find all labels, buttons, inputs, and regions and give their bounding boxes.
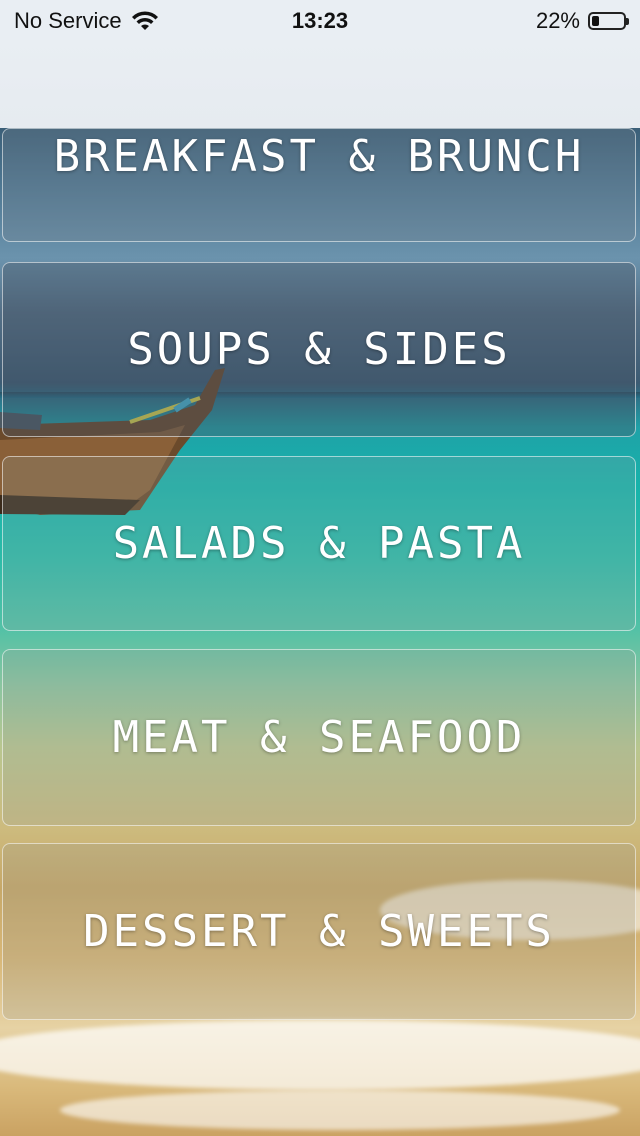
category-label: SALADS & PASTA: [112, 518, 526, 569]
category-dessert-sweets-button[interactable]: DESSERT & SWEETS: [2, 843, 636, 1020]
wave-foam: [60, 1090, 620, 1130]
screen: No Service 13:23 22% BREAKFAST & BRUNCH …: [0, 0, 640, 1136]
category-label: BREAKFAST & BRUNCH: [53, 131, 585, 182]
status-bar: No Service 13:23 22%: [0, 0, 640, 40]
category-salads-pasta-button[interactable]: SALADS & PASTA: [2, 456, 636, 631]
category-meat-seafood-button[interactable]: MEAT & SEAFOOD: [2, 649, 636, 826]
status-right: 22%: [535, 8, 629, 34]
battery-percent: 22%: [535, 8, 580, 33]
category-soups-sides-button[interactable]: SOUPS & SIDES: [2, 262, 636, 437]
category-label: MEAT & SEAFOOD: [112, 712, 526, 763]
category-label: DESSERT & SWEETS: [83, 906, 555, 957]
category-breakfast-brunch-button[interactable]: BREAKFAST & BRUNCH: [2, 128, 636, 242]
battery-icon: [588, 12, 629, 30]
category-label: SOUPS & SIDES: [127, 324, 511, 375]
navigation-bar: [0, 40, 640, 128]
battery-level: [592, 16, 599, 26]
wave-foam: [0, 1020, 640, 1090]
